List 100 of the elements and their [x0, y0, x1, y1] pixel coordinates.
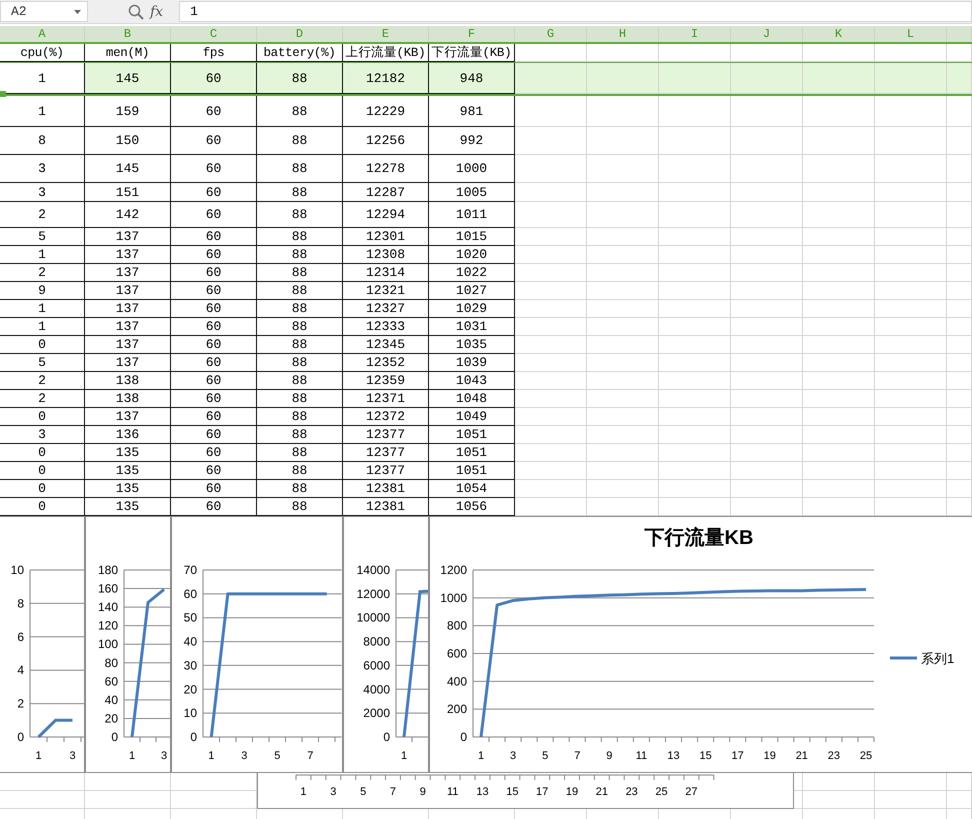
name-box[interactable]: A2 [0, 1, 88, 22]
axis-label: 3 [69, 750, 76, 762]
table-row[interactable]: 9 137 60 88 12321 1027 [0, 282, 972, 300]
line-chart[interactable]: 0 2 4 6 8 10 1 3 [0, 516, 85, 773]
line-chart[interactable]: 14000 12000 10000 8000 6000 4000 2000 0 1 [343, 516, 429, 773]
axis-label: 1000 [440, 590, 467, 605]
table-cell: 12321 [366, 283, 405, 298]
table-cell: 1027 [456, 283, 488, 298]
table-row[interactable]: 2 137 60 88 12314 1022 [0, 264, 972, 282]
table-cell: 88 [292, 229, 308, 244]
table-cell: 88 [292, 463, 308, 478]
table-header-cell: battery(%) [263, 46, 336, 60]
column-header[interactable] [947, 26, 972, 42]
axis-label: 19 [566, 786, 578, 798]
table-cell: 1000 [456, 161, 488, 176]
table-cell: 88 [292, 161, 308, 176]
fill-handle[interactable] [0, 91, 6, 97]
function-label[interactable]: fx [150, 4, 164, 20]
caret-icon[interactable] [74, 10, 81, 14]
line-chart[interactable]: 0 200 400 600 800 1000 1200 1 3 5 7 9 11 13 15 17 19 21 23 25 系列1 下行流量KB [429, 516, 972, 773]
axis-label: 21 [596, 786, 608, 798]
zoom-icon[interactable] [128, 4, 144, 20]
axis-label: 5 [274, 750, 280, 762]
table-cell: 150 [116, 133, 140, 148]
table-cell: 12333 [366, 319, 405, 334]
axis-label: 600 [446, 646, 467, 660]
axis-label: 0 [111, 730, 118, 744]
table-cell: 137 [116, 247, 140, 262]
table-cell: 60 [206, 104, 222, 118]
table-cell: 1031 [456, 319, 488, 334]
axis-label: 1 [128, 750, 136, 762]
table-cell: 2 [38, 373, 46, 388]
formula-field[interactable]: 1 [179, 1, 972, 22]
table-cell: 1 [38, 70, 46, 86]
table-row[interactable]: 2 142 60 88 12294 1011 [0, 202, 972, 228]
table-cell: 136 [116, 427, 140, 442]
table-row[interactable]: 2 138 60 88 12359 1043 [0, 372, 972, 390]
table-cell: 12182 [366, 70, 405, 86]
table-row[interactable]: 3 151 60 88 12287 1005 [0, 183, 972, 202]
axis-label: 1200 [440, 563, 467, 577]
table-row[interactable]: 0 137 60 88 12372 1049 [0, 408, 972, 426]
table-cell: 137 [116, 265, 140, 280]
table-row[interactable]: 0 137 60 88 12345 1035 [0, 336, 972, 354]
axis-label: 160 [98, 582, 118, 596]
axis-label: 3 [510, 750, 516, 762]
table-row[interactable]: 0 135 60 88 12377 1051 [0, 444, 972, 462]
table-cell: 12294 [366, 207, 405, 222]
table-cell: 0 [38, 409, 46, 424]
empty-cell[interactable] [947, 63, 972, 94]
table-row[interactable]: 3 136 60 88 12377 1051 [0, 426, 972, 444]
table-cell: 1049 [456, 409, 488, 424]
axis-label: 10 [10, 563, 24, 577]
table-row[interactable]: 1 137 60 88 12327 1029 [0, 300, 972, 318]
table-cell: 12371 [366, 391, 405, 406]
axis-label: 50 [184, 610, 197, 625]
table-cell: 60 [206, 445, 222, 460]
table-cell: 60 [206, 229, 222, 244]
table-row[interactable]: 8 150 60 88 12256 992 [0, 127, 972, 155]
axis-label: 19 [764, 750, 776, 762]
table-row[interactable]: 3 145 60 88 12278 1000 [0, 155, 972, 183]
table-cell: 60 [206, 499, 222, 514]
table-cell: 1 [38, 301, 46, 316]
axis-label: 11 [446, 786, 458, 798]
axis-label: 1 [300, 786, 307, 798]
table-cell: 88 [292, 133, 308, 148]
table-row[interactable]: 5 137 60 88 12301 1015 [0, 228, 972, 246]
axis-label: 1 [35, 750, 42, 762]
axis-label: 10 [184, 706, 197, 720]
table-cell: 5 [38, 229, 46, 244]
table-row[interactable]: 1 137 60 88 12333 1031 [0, 318, 972, 336]
chart-panel[interactable]: 1 3 5 7 9 11 13 15 17 19 21 23 25 27 [257, 773, 794, 809]
table-row[interactable]: 1 145 60 88 12182 948 [0, 61, 972, 96]
table-cell: 60 [206, 133, 222, 148]
table-cell: 3 [38, 161, 46, 176]
table-row[interactable]: 0 135 60 88 12381 1054 [0, 480, 972, 498]
table-row[interactable]: 2 138 60 88 12371 1048 [0, 390, 972, 408]
table-cell: 135 [116, 445, 140, 460]
axis-label: 70 [184, 563, 197, 577]
table-cell: 12377 [366, 427, 405, 442]
axis-label: 8000 [363, 634, 390, 649]
axis-label: 17 [536, 786, 548, 798]
table-row[interactable]: 1 137 60 88 12308 1020 [0, 246, 972, 264]
table-cell: 60 [206, 184, 222, 200]
table-row[interactable]: 1 159 60 88 12229 981 [0, 96, 972, 127]
table-row[interactable]: 0 135 60 88 12377 1051 [0, 462, 972, 480]
table-cell: 12345 [366, 337, 405, 352]
table-cell: 1005 [456, 184, 488, 200]
axis-label: 60 [184, 586, 197, 601]
axis-label: 13 [476, 786, 489, 798]
table-row[interactable]: 0 135 60 88 12381 1056 [0, 498, 972, 516]
chart-title: 下行流量KB [644, 527, 754, 549]
table-cell: 12287 [366, 184, 405, 200]
line-chart[interactable]: 0 20 40 60 80 100 120 140 160 180 1 3 [85, 516, 171, 773]
table-cell: 137 [116, 337, 140, 352]
line-chart[interactable]: 0 10 20 30 40 50 60 70 1 3 5 7 [171, 516, 343, 773]
table-header-cell: men(M) [106, 46, 150, 60]
table-cell: 12301 [366, 229, 405, 244]
table-cell: 60 [206, 283, 222, 298]
table-row[interactable]: 5 137 60 88 12352 1039 [0, 354, 972, 372]
axis-label: 180 [98, 563, 118, 577]
